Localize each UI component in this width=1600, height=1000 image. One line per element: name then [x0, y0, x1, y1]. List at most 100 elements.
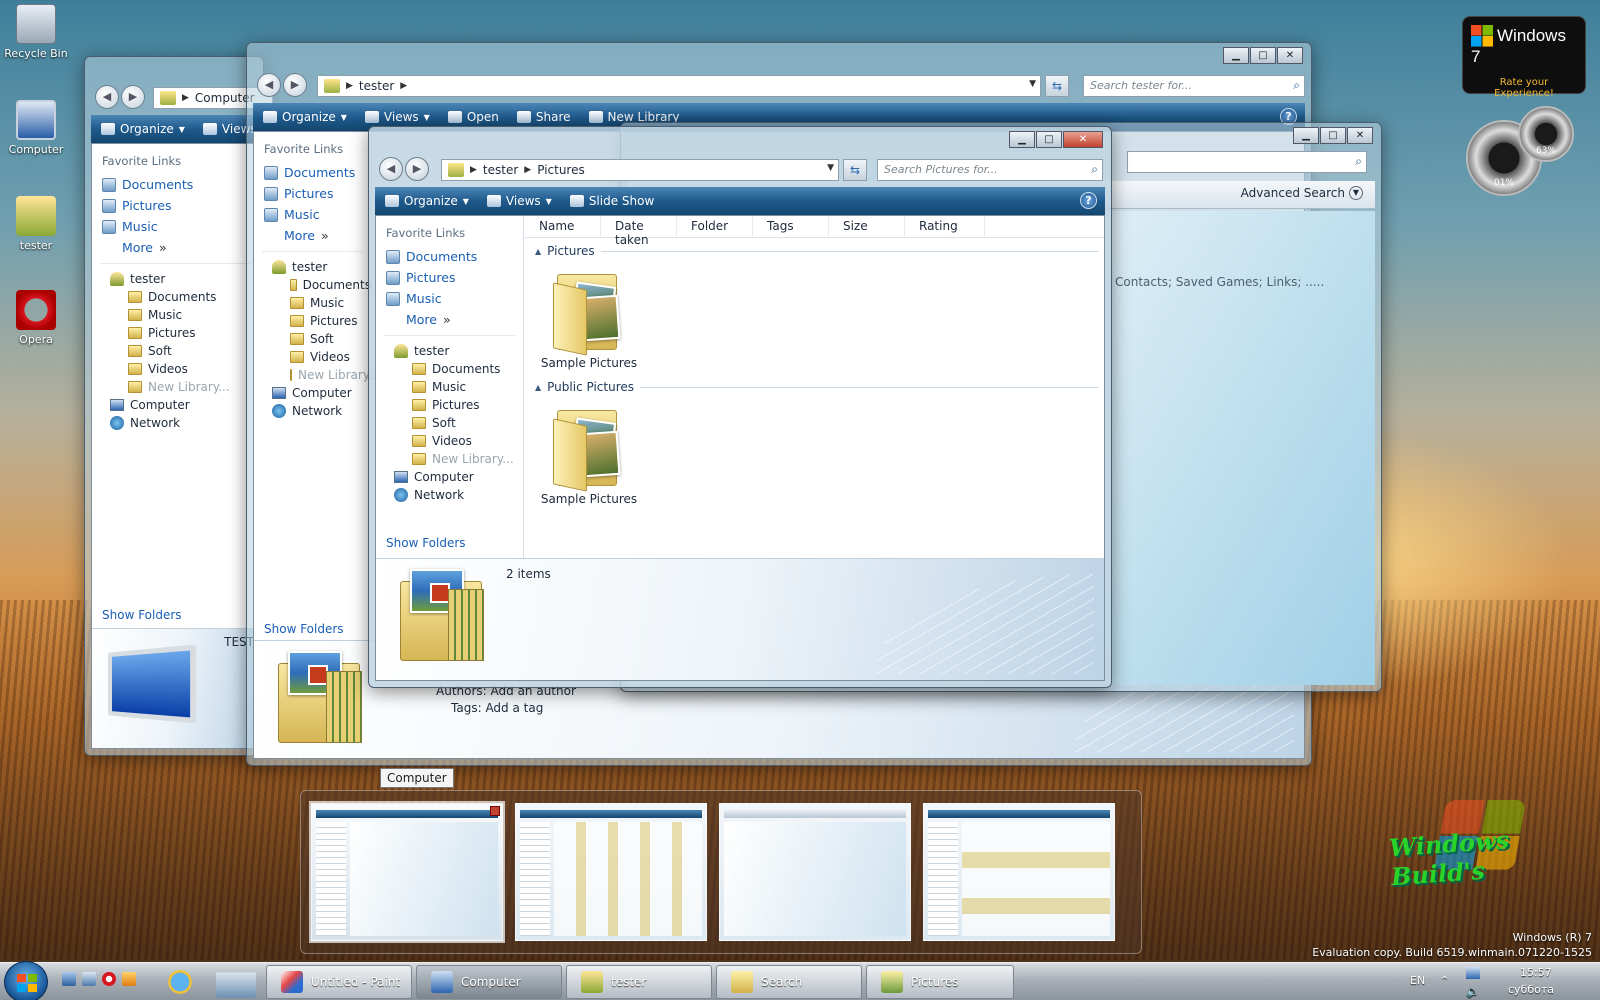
- views-button[interactable]: Views ▼: [364, 110, 430, 124]
- column-header-rating[interactable]: Rating: [905, 216, 985, 237]
- desktop-icon-opera[interactable]: Opera: [0, 290, 72, 346]
- column-header-size[interactable]: Size: [829, 216, 905, 237]
- switcher-thumb-computer[interactable]: [309, 801, 505, 943]
- column-header-folder[interactable]: Folder: [677, 216, 753, 237]
- window-computer[interactable]: ◀ ▶ ▶ Computer Organize ▼ Views Favorite …: [84, 56, 273, 756]
- media-player-icon[interactable]: [122, 972, 136, 986]
- badge-subtitle[interactable]: Rate your Experience!: [1471, 77, 1577, 99]
- organize-button[interactable]: Organize ▼: [385, 194, 469, 208]
- minimize-button[interactable]: ▁: [1009, 131, 1035, 148]
- search-icon[interactable]: ⌕: [1091, 162, 1098, 177]
- column-header-tags[interactable]: Tags: [753, 216, 829, 237]
- tags-value[interactable]: Add a tag: [485, 701, 543, 715]
- tree-tester[interactable]: tester: [92, 270, 256, 288]
- minimize-button[interactable]: ▁: [1293, 127, 1319, 144]
- volume-icon[interactable]: 🔈: [1466, 985, 1480, 998]
- task-tester[interactable]: tester: [566, 965, 712, 999]
- column-header-name[interactable]: Name: [525, 216, 601, 237]
- more-link[interactable]: More »: [254, 225, 371, 251]
- search-icon[interactable]: ⌕: [1355, 154, 1362, 169]
- clock-day[interactable]: суббота: [1508, 983, 1554, 996]
- help-icon[interactable]: ?: [1080, 192, 1097, 209]
- tree-tester[interactable]: tester: [254, 258, 371, 276]
- favorite-documents[interactable]: Documents: [254, 162, 371, 183]
- collapse-arrow-icon[interactable]: ▲: [535, 383, 541, 392]
- tree-soft[interactable]: Soft: [92, 342, 256, 360]
- forward-button[interactable]: ▶: [405, 157, 429, 181]
- language-indicator[interactable]: EN: [1410, 974, 1425, 987]
- search-icon[interactable]: ⌕: [1293, 78, 1300, 93]
- close-button[interactable]: ✕: [1063, 131, 1103, 148]
- favorite-music[interactable]: Music: [92, 216, 256, 237]
- forward-button[interactable]: ▶: [283, 73, 307, 97]
- tree-music[interactable]: Music: [376, 378, 523, 396]
- back-button[interactable]: ◀: [95, 85, 119, 109]
- task-pictures[interactable]: Pictures: [866, 965, 1014, 999]
- task-search[interactable]: Search: [716, 965, 862, 999]
- windows7-rate-badge[interactable]: Windows 7 Rate your Experience!: [1462, 16, 1586, 99]
- forward-button[interactable]: ▶: [121, 85, 145, 109]
- clock-time[interactable]: 15:57: [1520, 966, 1552, 979]
- memory-meter-gadget[interactable]: 63%: [1518, 106, 1574, 162]
- tree-pictures[interactable]: Pictures: [92, 324, 256, 342]
- breadcrumb-tester[interactable]: tester: [359, 79, 394, 93]
- advanced-search-button[interactable]: Advanced Search ▼: [1241, 186, 1363, 200]
- folder-item[interactable]: Sample Pictures: [539, 266, 639, 370]
- maximize-button[interactable]: □: [1320, 127, 1346, 144]
- breadcrumb-pictures[interactable]: Pictures: [537, 163, 585, 177]
- window-pictures[interactable]: ▁ □ ✕ ◀ ▶ ▶ tester ▶ Pictures ▼ ⇆ Search…: [368, 126, 1112, 688]
- tree-computer[interactable]: Computer: [376, 468, 523, 486]
- search-box[interactable]: ⌕: [1127, 151, 1367, 173]
- refresh-button[interactable]: ⇆: [843, 159, 867, 181]
- tree-videos[interactable]: Videos: [254, 348, 371, 366]
- tree-videos[interactable]: Videos: [92, 360, 256, 378]
- tree-soft[interactable]: Soft: [254, 330, 371, 348]
- views-button[interactable]: Views ▼: [486, 194, 552, 208]
- tree-computer[interactable]: Computer: [254, 384, 371, 402]
- desktop-icon-computer[interactable]: Computer: [0, 100, 72, 156]
- refresh-button[interactable]: ⇆: [1045, 75, 1069, 97]
- maximize-button[interactable]: □: [1250, 47, 1276, 64]
- tree-network[interactable]: Network: [92, 414, 256, 432]
- show-folders-link[interactable]: Show Folders: [264, 622, 344, 636]
- column-header-date-taken[interactable]: Date taken: [601, 216, 677, 247]
- open-button[interactable]: Open: [447, 110, 499, 124]
- tree-tester[interactable]: tester: [376, 342, 523, 360]
- favorite-pictures[interactable]: Pictures: [92, 195, 256, 216]
- show-desktop-icon[interactable]: [62, 972, 76, 986]
- desktop-icon-recycle-bin[interactable]: Recycle Bin: [0, 4, 72, 60]
- favorite-documents[interactable]: Documents: [376, 246, 523, 267]
- tree-documents[interactable]: Documents: [376, 360, 523, 378]
- close-button[interactable]: ✕: [1277, 47, 1303, 64]
- favorite-music[interactable]: Music: [254, 204, 371, 225]
- address-bar[interactable]: ▶ tester ▶ Pictures ▼: [441, 159, 839, 181]
- switcher-thumb-tester[interactable]: [515, 803, 707, 941]
- chevron-up-icon[interactable]: ⌃: [1440, 974, 1449, 987]
- favorite-documents[interactable]: Documents: [92, 174, 256, 195]
- start-button[interactable]: [4, 961, 48, 1000]
- tree-soft[interactable]: Soft: [376, 414, 523, 432]
- thumb-close-icon[interactable]: [490, 806, 500, 816]
- close-button[interactable]: ✕: [1347, 127, 1373, 144]
- search-input[interactable]: Search Pictures for... ⌕: [877, 159, 1103, 181]
- share-button[interactable]: Share: [516, 110, 571, 124]
- tree-documents[interactable]: Documents: [254, 276, 371, 294]
- task-computer[interactable]: Computer: [416, 965, 562, 999]
- group-header-pictures[interactable]: ▲ Pictures: [525, 238, 1104, 262]
- internet-explorer-icon[interactable]: [160, 966, 200, 998]
- tree-network[interactable]: Network: [254, 402, 371, 420]
- folder-item[interactable]: Sample Pictures: [539, 402, 639, 506]
- back-button[interactable]: ◀: [257, 73, 281, 97]
- show-folders-link[interactable]: Show Folders: [102, 608, 182, 622]
- more-link[interactable]: More »: [92, 237, 256, 263]
- address-bar[interactable]: ▶ tester ▶ ▼: [317, 75, 1041, 97]
- tree-documents[interactable]: Documents: [92, 288, 256, 306]
- back-button[interactable]: ◀: [379, 157, 403, 181]
- tree-new-library[interactable]: New Library...: [376, 450, 523, 468]
- organize-button[interactable]: Organize ▼: [101, 122, 185, 136]
- tree-music[interactable]: Music: [92, 306, 256, 324]
- tree-network[interactable]: Network: [376, 486, 523, 504]
- breadcrumb-tester[interactable]: tester: [483, 163, 518, 177]
- switcher-thumb-pictures[interactable]: [923, 803, 1115, 941]
- maximize-button[interactable]: □: [1036, 131, 1062, 148]
